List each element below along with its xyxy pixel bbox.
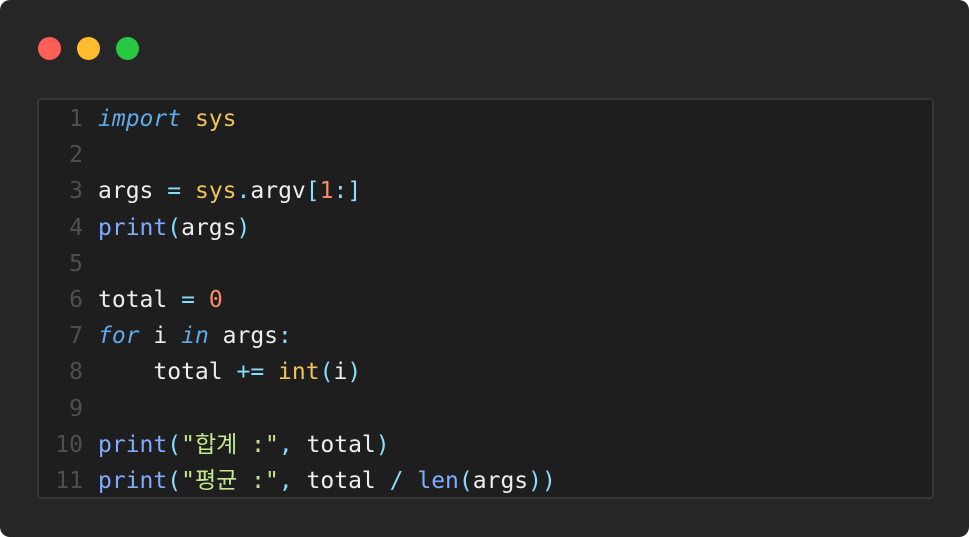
- code-token: "합계 :": [181, 431, 279, 458]
- code-token: total: [292, 431, 376, 458]
- line-number: 3: [69, 178, 83, 205]
- line-number: 6: [69, 286, 83, 313]
- code-token: ): [236, 214, 251, 241]
- code-line: 1 import sys: [39, 101, 932, 137]
- code-token: (: [167, 214, 182, 241]
- code-token: 1: [319, 178, 334, 205]
- code-token: :: [333, 178, 348, 205]
- code-line: 11 print("평균 :", total / len(args)): [39, 463, 932, 499]
- code-token: int: [278, 359, 320, 386]
- code-token: sys: [194, 178, 237, 205]
- code-token: "평균 :": [181, 467, 279, 494]
- code-token: len: [417, 467, 459, 494]
- code-text: args = sys.argv[1:]: [98, 173, 361, 209]
- code-token: ,: [278, 431, 293, 458]
- code-token: ,: [278, 467, 293, 494]
- code-token: total: [292, 467, 390, 494]
- code-line: 5: [39, 246, 932, 282]
- code-token: args: [181, 214, 237, 241]
- code-text: print("합계 :", total): [98, 427, 390, 463]
- code-token: args: [98, 178, 154, 205]
- line-number: 9: [69, 395, 83, 422]
- code-token: =: [181, 286, 195, 313]
- line-number: 4: [69, 214, 83, 241]
- close-icon[interactable]: [38, 37, 61, 60]
- code-token: i: [333, 359, 348, 386]
- code-text: print(args): [98, 210, 250, 246]
- code-token: =: [167, 178, 182, 205]
- code-token: in: [181, 323, 209, 350]
- code-token: :: [278, 323, 292, 350]
- code-token: .: [236, 178, 251, 205]
- code-token: /: [389, 467, 404, 494]
- code-text: total += int(i): [98, 354, 361, 390]
- code-token: +=: [236, 359, 265, 386]
- code-token: (: [319, 359, 334, 386]
- code-token: i: [139, 323, 182, 350]
- code-line: 3 args = sys.argv[1:]: [39, 173, 932, 209]
- line-number: 7: [69, 323, 83, 350]
- line-number: 8: [69, 359, 83, 386]
- line-number: 11: [55, 467, 83, 494]
- code-editor[interactable]: 1 import sys 2 3 args = sys.argv[1:] 4 print(a…: [37, 98, 934, 499]
- code-line: 9: [39, 391, 932, 427]
- code-line: 6 total = 0: [39, 282, 932, 318]
- code-token: [: [305, 178, 320, 205]
- code-token: ]: [347, 178, 362, 205]
- code-token: argv: [250, 178, 306, 205]
- code-token: (: [458, 467, 473, 494]
- code-token: sys: [194, 106, 237, 132]
- code-token: (: [167, 467, 182, 494]
- code-token: total: [98, 286, 168, 313]
- code-token: args: [472, 467, 529, 494]
- line-number: 5: [69, 250, 83, 277]
- code-token: args: [208, 323, 279, 350]
- code-token: print: [98, 214, 168, 241]
- minimize-icon[interactable]: [77, 37, 100, 60]
- code-token: print: [98, 431, 168, 458]
- code-token: 0: [208, 286, 223, 313]
- line-number: 10: [55, 431, 83, 458]
- code-text: for i in args:: [98, 318, 292, 354]
- code-window: 1 import sys 2 3 args = sys.argv[1:] 4 print(a…: [0, 0, 969, 537]
- code-line: 10 print("합계 :", total): [39, 427, 932, 463]
- line-number: 2: [69, 142, 83, 169]
- code-text: print("평균 :", total / len(args)): [98, 463, 556, 499]
- window-controls: [38, 37, 139, 60]
- code-token: total: [98, 359, 237, 386]
- code-token: ): [347, 359, 362, 386]
- code-line: 2: [39, 137, 932, 173]
- code-token: ): [375, 431, 390, 458]
- code-text: total = 0: [98, 282, 223, 318]
- code-token: import: [98, 106, 182, 132]
- code-token: )): [528, 467, 556, 494]
- code-token: (: [167, 431, 182, 458]
- code-token: for: [98, 323, 140, 350]
- code-line: 8 total += int(i): [39, 354, 932, 390]
- code-token: print: [98, 467, 168, 494]
- maximize-icon[interactable]: [116, 37, 139, 60]
- code-line: 4 print(args): [39, 210, 932, 246]
- code-line: 7 for i in args:: [39, 318, 932, 354]
- line-number: 1: [69, 106, 83, 132]
- code-text: import sys: [98, 101, 237, 137]
